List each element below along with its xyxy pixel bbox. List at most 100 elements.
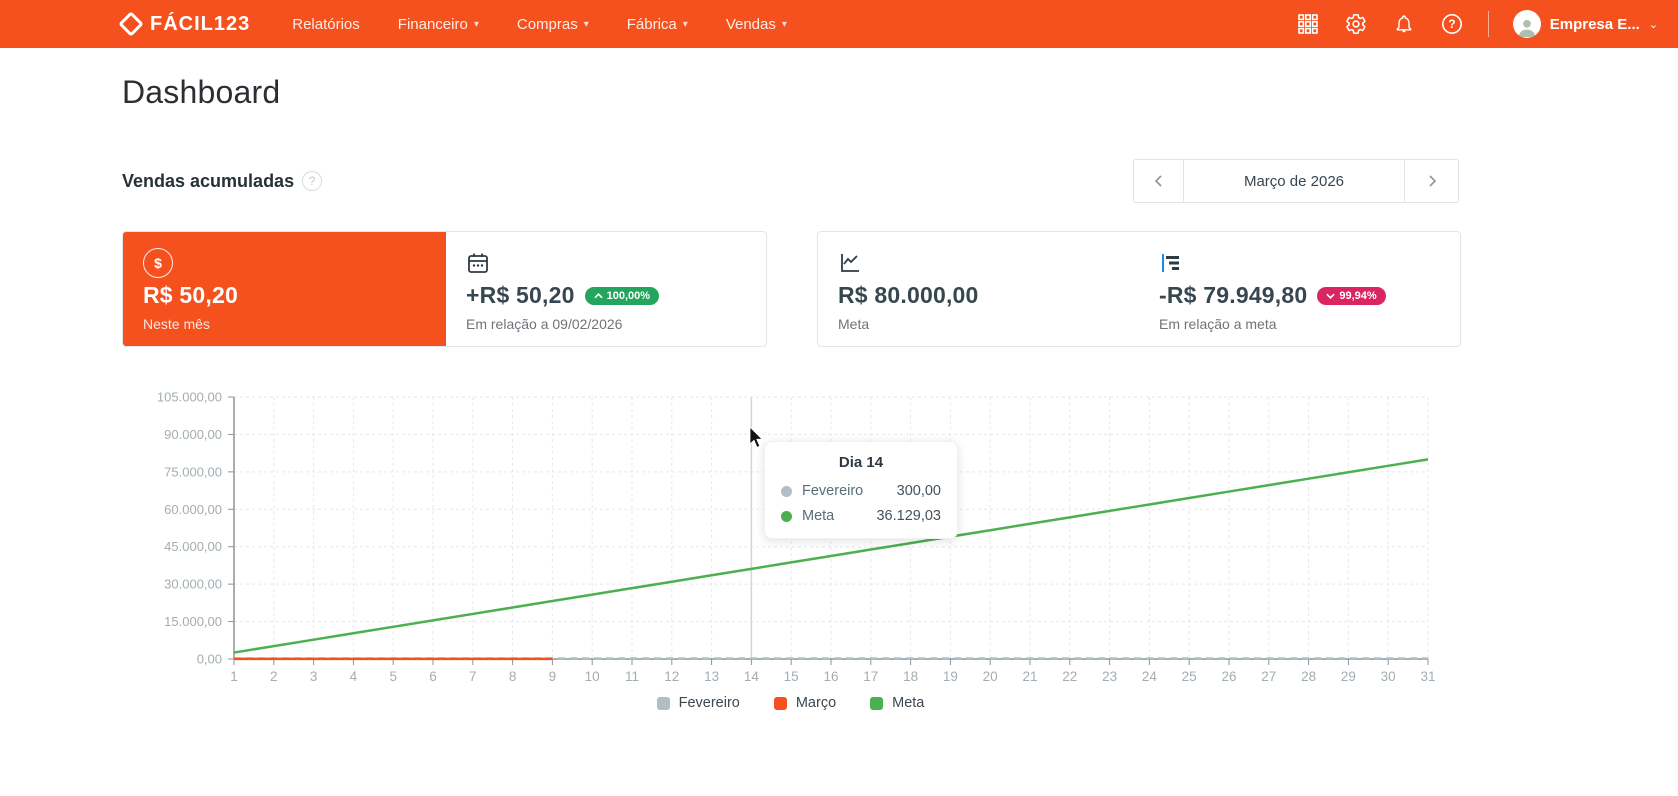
- card-meta-comparison: -R$ 79.949,80 99,94% Em relação a meta: [1139, 232, 1460, 346]
- month-label-button[interactable]: Março de 2026: [1183, 159, 1405, 203]
- nav-label: Compras: [516, 15, 578, 33]
- svg-text:30.000,00: 30.000,00: [164, 577, 222, 592]
- calendar-icon: [468, 253, 488, 273]
- main-content: Dashboard Vendas acumuladas ? Março de 2…: [0, 74, 1581, 711]
- svg-text:11: 11: [625, 669, 639, 684]
- apps-grid-icon[interactable]: [1296, 12, 1320, 36]
- svg-text:18: 18: [903, 669, 918, 684]
- svg-text:24: 24: [1142, 669, 1158, 684]
- account-name: Empresa E...: [1549, 15, 1640, 33]
- section-header: Vendas acumuladas ? Março de 2026: [122, 159, 1459, 203]
- caret-down-icon: ▾: [583, 18, 589, 30]
- legend-item-marco[interactable]: Março: [773, 695, 836, 711]
- svg-text:14: 14: [744, 669, 760, 684]
- account-menu[interactable]: Empresa E... ⌄: [1512, 10, 1658, 38]
- nav-item-relatorios[interactable]: Relatórios: [292, 16, 360, 33]
- nav-label: Relatórios: [292, 15, 360, 33]
- nav-item-compras[interactable]: Compras ▾: [517, 16, 589, 33]
- gear-icon[interactable]: [1344, 12, 1368, 36]
- card-label: Em relação a meta: [1159, 316, 1277, 332]
- svg-text:12: 12: [664, 669, 679, 684]
- caret-down-icon: ▾: [473, 18, 479, 30]
- svg-text:4: 4: [350, 669, 358, 684]
- svg-text:105.000,00: 105.000,00: [157, 390, 222, 405]
- page-title: Dashboard: [122, 74, 281, 110]
- date-navigator: Março de 2026: [1133, 159, 1459, 203]
- brand-diamond-icon: [118, 11, 144, 37]
- card-group-meta: R$ 80.000,00 Meta -R$ 79.949,80 99,94% E…: [817, 231, 1461, 347]
- nav-item-fabrica[interactable]: Fábrica ▾: [627, 16, 688, 33]
- legend-item-fevereiro[interactable]: Fevereiro: [656, 695, 740, 711]
- section-help-icon[interactable]: ?: [302, 171, 323, 191]
- question-glyph: ?: [1448, 17, 1455, 31]
- svg-text:23: 23: [1102, 669, 1117, 684]
- top-bar: FÁCIL123 Relatórios Financeiro ▾ Compras…: [0, 0, 1678, 48]
- svg-text:29: 29: [1341, 669, 1356, 684]
- series-dot-fevereiro: [781, 485, 792, 497]
- nav-label: Fábrica: [626, 15, 677, 33]
- card-value: R$ 50,20: [143, 282, 238, 308]
- legend-swatch: [870, 696, 884, 710]
- svg-text:9: 9: [549, 669, 557, 684]
- svg-text:16: 16: [823, 669, 838, 684]
- prev-month-button[interactable]: [1133, 159, 1183, 203]
- card-sales-current: $ R$ 50,20 Neste mês: [123, 232, 446, 346]
- card-label: Em relação a 09/02/2026: [466, 316, 623, 332]
- card-value: R$ 80.000,00: [838, 282, 979, 308]
- svg-text:15: 15: [784, 669, 799, 684]
- svg-text:5: 5: [389, 669, 397, 684]
- svg-text:31: 31: [1420, 669, 1435, 684]
- svg-text:75.000,00: 75.000,00: [164, 464, 222, 479]
- bell-icon[interactable]: [1392, 12, 1416, 36]
- svg-text:30: 30: [1381, 669, 1396, 684]
- brand-logo[interactable]: FÁCIL123: [118, 11, 251, 37]
- legend-swatch: [773, 696, 787, 710]
- bar-chart-icon: [1162, 254, 1179, 272]
- tooltip-title: Dia 14: [838, 454, 884, 471]
- nav-label: Vendas: [725, 15, 776, 33]
- help-icon[interactable]: ?: [1440, 12, 1464, 36]
- svg-text:13: 13: [704, 669, 719, 684]
- svg-text:27: 27: [1261, 669, 1276, 684]
- caret-down-icon: ▾: [682, 18, 688, 30]
- svg-text:60.000,00: 60.000,00: [164, 502, 222, 517]
- card-sales-comparison: +R$ 50,20 100,00% Em relação a 09/02/202…: [446, 232, 766, 346]
- percent-badge-down: 99,94%: [1317, 286, 1386, 305]
- svg-text:6: 6: [429, 669, 437, 684]
- line-chart-icon: [841, 254, 859, 272]
- legend-item-meta[interactable]: Meta: [870, 695, 924, 711]
- topbar-actions: ? Empresa E... ⌄: [1296, 10, 1658, 38]
- svg-text:10: 10: [585, 669, 600, 684]
- svg-text:2: 2: [270, 669, 278, 684]
- next-month-button[interactable]: [1405, 159, 1459, 203]
- nav-item-vendas[interactable]: Vendas ▾: [726, 16, 787, 33]
- svg-text:90.000,00: 90.000,00: [164, 427, 222, 442]
- card-meta: R$ 80.000,00 Meta: [818, 232, 1139, 346]
- svg-text:45.000,00: 45.000,00: [164, 539, 222, 554]
- svg-text:17: 17: [863, 669, 878, 684]
- svg-text:19: 19: [943, 669, 958, 684]
- sales-chart[interactable]: 0,00 15.000,00 30.000,00 45.000,00 60.000,00…: [122, 387, 1467, 687]
- caret-down-icon: ▾: [781, 18, 787, 30]
- section-title: Vendas acumuladas: [122, 170, 295, 191]
- kpi-cards: $ R$ 50,20 Neste mês +R$ 50,20 100,00% E…: [122, 231, 1461, 347]
- svg-text:28: 28: [1301, 669, 1316, 684]
- tooltip-row-meta: Meta 36.129,03: [781, 508, 941, 524]
- chevron-left-icon: [1154, 175, 1162, 187]
- card-label: Meta: [838, 316, 870, 332]
- percent-badge-up: 100,00%: [584, 286, 660, 305]
- main-nav: Relatórios Financeiro ▾ Compras ▾ Fábric…: [292, 16, 787, 33]
- svg-text:25: 25: [1182, 669, 1197, 684]
- brand-name: FÁCIL123: [150, 12, 251, 35]
- chart-tooltip: Dia 14 Fevereiro 300,00 Meta 36.129,03: [764, 441, 958, 539]
- svg-text:1: 1: [230, 669, 238, 684]
- tooltip-row-fevereiro: Fevereiro 300,00: [781, 483, 941, 499]
- chart-legend: Fevereiro Março Meta: [122, 695, 1459, 711]
- svg-text:26: 26: [1221, 669, 1236, 684]
- svg-text:15.000,00: 15.000,00: [164, 614, 222, 629]
- nav-item-financeiro[interactable]: Financeiro ▾: [398, 16, 479, 33]
- chevron-right-icon: [1428, 175, 1436, 187]
- card-label: Neste mês: [143, 316, 210, 332]
- svg-text:21: 21: [1022, 669, 1037, 684]
- divider: [1487, 11, 1489, 37]
